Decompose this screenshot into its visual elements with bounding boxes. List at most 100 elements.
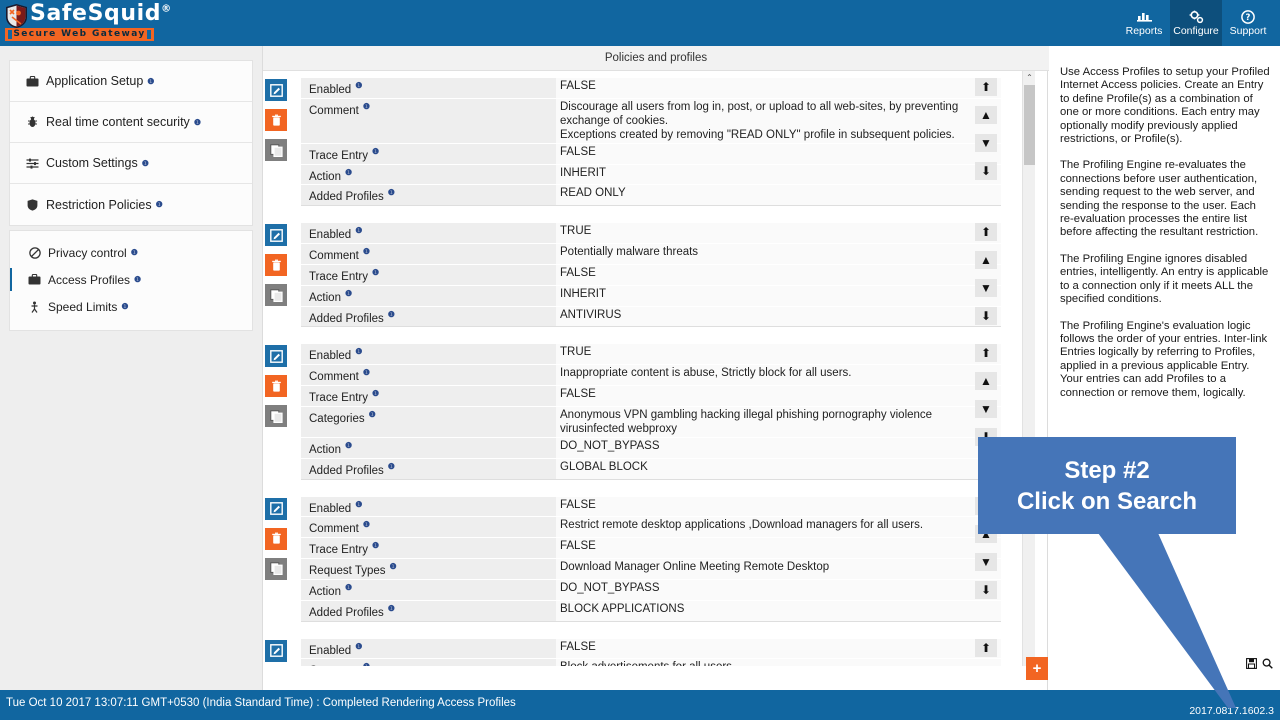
field-label: Trace Entry ❶ xyxy=(301,538,556,559)
field-label: Categories ❶ xyxy=(301,406,556,437)
help-marker-icon[interactable]: ❶ xyxy=(345,583,352,592)
entry-order-controls: ⬆ ▲ ▼ ⬇ xyxy=(975,78,999,190)
help-marker-icon[interactable]: ❶ xyxy=(355,642,362,651)
help-marker-icon[interactable]: ❶ xyxy=(142,159,149,168)
delete-button[interactable] xyxy=(265,527,287,550)
help-marker-icon[interactable]: ❶ xyxy=(388,188,395,197)
entry-field-row: Enabled ❶ TRUE xyxy=(301,344,1001,366)
help-marker-icon[interactable]: ❶ xyxy=(345,289,352,298)
delete-button[interactable] xyxy=(265,109,287,131)
move-to-bottom-button[interactable]: ⬇ xyxy=(975,580,997,599)
move-down-button[interactable]: ▼ xyxy=(975,134,997,152)
nav-reports[interactable]: Reports xyxy=(1118,0,1170,46)
entry-action-buttons xyxy=(263,344,301,479)
move-down-button[interactable]: ▼ xyxy=(975,400,997,419)
help-marker-icon[interactable]: ❶ xyxy=(345,168,352,177)
sidebar-item-privacy-control[interactable]: Privacy control ❶ xyxy=(10,239,252,266)
field-label: Comment❶ xyxy=(301,244,556,264)
help-marker-icon[interactable]: ❶ xyxy=(363,368,370,377)
help-marker-icon[interactable]: ❶ xyxy=(369,410,376,419)
move-down-button[interactable]: ▼ xyxy=(975,279,997,298)
field-value: Block advertisements for all users. xyxy=(556,659,1001,666)
help-marker-icon[interactable]: ❶ xyxy=(355,81,362,90)
help-marker-icon[interactable]: ❶ xyxy=(363,662,370,666)
version-label: 2017.0817.1602.3 xyxy=(1189,705,1274,717)
field-value: Discourage all users from log in, post, … xyxy=(556,98,1001,143)
edit-button[interactable] xyxy=(265,79,287,101)
help-marker-icon[interactable]: ❶ xyxy=(390,562,397,571)
help-marker-icon[interactable]: ❶ xyxy=(147,77,154,86)
help-marker-icon[interactable]: ❶ xyxy=(363,102,370,111)
copy-button[interactable] xyxy=(265,405,287,428)
entry-field-row: Enabled ❶ FALSE xyxy=(301,78,1001,99)
sidebar-item-access-profiles[interactable]: Access Profiles ❶ xyxy=(10,266,252,293)
nav-configure[interactable]: Configure xyxy=(1170,0,1222,46)
add-entry-button[interactable]: + xyxy=(1026,657,1048,680)
logo[interactable]: SafeSquid® Secure Web Gateway xyxy=(2,0,171,46)
field-value: Potentially malware threats xyxy=(556,244,1001,264)
sidebar-item-restriction-policies[interactable]: Restriction Policies ❶ xyxy=(10,184,252,225)
move-up-button[interactable]: ▲ xyxy=(975,106,997,124)
move-up-button[interactable]: ▲ xyxy=(975,251,997,270)
help-marker-icon[interactable]: ❶ xyxy=(121,302,128,311)
copy-button[interactable] xyxy=(265,284,287,307)
move-to-top-button[interactable]: ⬆ xyxy=(975,223,997,242)
copy-button[interactable] xyxy=(265,139,287,161)
sidebar-item-real-time-content-security[interactable]: Real time content security ❶ xyxy=(10,102,252,143)
help-marker-icon[interactable]: ❶ xyxy=(345,441,352,450)
copy-button[interactable] xyxy=(265,557,287,580)
help-marker-icon[interactable]: ❶ xyxy=(134,275,141,284)
entry-field-row: Trace Entry ❶ FALSE xyxy=(301,386,1001,407)
sidebar-item-custom-settings[interactable]: Custom Settings ❶ xyxy=(10,143,252,184)
delete-button[interactable] xyxy=(265,254,287,277)
sidebar: Application Setup ❶ Real time content se… xyxy=(0,46,262,690)
help-marker-icon[interactable]: ❶ xyxy=(372,541,379,550)
help-marker-icon[interactable]: ❶ xyxy=(372,389,379,398)
help-marker-icon[interactable]: ❶ xyxy=(355,347,362,356)
help-marker-icon[interactable]: ❶ xyxy=(388,604,395,613)
scroll-up-icon[interactable]: ⌃ xyxy=(1023,71,1036,84)
move-up-button[interactable]: ▲ xyxy=(975,372,997,391)
help-marker-icon[interactable]: ❶ xyxy=(372,268,379,277)
scrollbar-thumb[interactable] xyxy=(1024,85,1035,165)
edit-button[interactable] xyxy=(265,224,287,247)
help-marker-icon[interactable]: ❶ xyxy=(355,226,362,235)
move-to-top-button[interactable]: ⬆ xyxy=(975,344,997,363)
move-to-top-button[interactable]: ⬆ xyxy=(975,78,997,96)
move-to-bottom-button[interactable]: ⬇ xyxy=(975,307,997,326)
nav-support[interactable]: ? Support xyxy=(1222,0,1274,46)
entry-field-row: Request Types ❶ Download Manager Online Me… xyxy=(301,559,1001,580)
help-marker-icon[interactable]: ❶ xyxy=(363,520,370,529)
edit-button[interactable] xyxy=(265,639,287,662)
entry-field-row: Added Profiles ❶ GLOBAL BLOCK xyxy=(301,458,1001,480)
policy-entry: Enabled ❶ TRUE Comment ❶ Potentially malware … xyxy=(263,216,1035,337)
help-marker-icon[interactable]: ❶ xyxy=(372,147,379,156)
entry-field-row: Added Profiles ❶ ANTIVIRUS xyxy=(301,306,1001,328)
help-marker-icon[interactable]: ❶ xyxy=(131,248,138,257)
help-marker-icon[interactable]: ❶ xyxy=(355,500,362,509)
field-label: Action ❶ xyxy=(301,579,556,600)
save-icon[interactable] xyxy=(1244,656,1259,671)
move-to-top-button[interactable]: ⬆ xyxy=(975,638,997,657)
help-marker-icon[interactable]: ❶ xyxy=(388,462,395,471)
delete-button[interactable] xyxy=(265,375,287,398)
entry-action-buttons xyxy=(263,223,301,327)
entry-order-controls: ⬆ ▲ ▼ ⬇ xyxy=(975,223,999,335)
field-label: Comment❶ xyxy=(301,98,556,143)
help-marker-icon[interactable]: ❶ xyxy=(194,118,201,127)
help-marker-icon[interactable]: ❶ xyxy=(156,200,163,209)
field-value: GLOBAL BLOCK xyxy=(556,458,1001,479)
main-scrollbar[interactable]: ⌃ ⌄ xyxy=(1022,71,1035,666)
help-marker-icon[interactable]: ❶ xyxy=(363,247,370,256)
svg-text:?: ? xyxy=(1246,13,1251,23)
sidebar-item-application-setup[interactable]: Application Setup ❶ xyxy=(10,61,252,102)
sidebar-item-speed-limits[interactable]: Speed Limits ❶ xyxy=(10,293,252,320)
move-to-bottom-button[interactable]: ⬇ xyxy=(975,162,997,180)
sidebar-item-label: Custom Settings xyxy=(46,156,138,170)
edit-button[interactable] xyxy=(265,497,287,520)
entry-field-row: Categories ❶ Anonymous VPN gambling hackin… xyxy=(301,406,1001,438)
edit-button[interactable] xyxy=(265,345,287,368)
help-marker-icon[interactable]: ❶ xyxy=(388,310,395,319)
search-icon[interactable] xyxy=(1260,656,1275,671)
move-down-button[interactable]: ▼ xyxy=(975,552,997,571)
